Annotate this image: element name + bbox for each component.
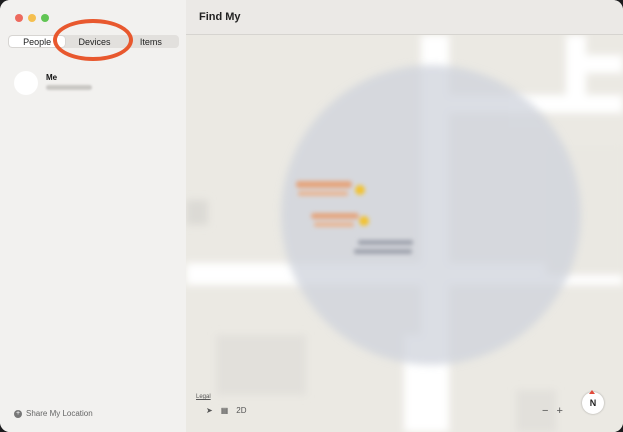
- window-title: Find My: [199, 11, 241, 23]
- title-bar: Find My: [186, 0, 623, 35]
- plus-circle-icon: +: [14, 409, 22, 418]
- view-mode-toggle[interactable]: 2D: [236, 406, 246, 415]
- list-item-me[interactable]: Me: [14, 71, 174, 95]
- map-icon[interactable]: ▦: [221, 406, 229, 415]
- compass-needle: [589, 390, 595, 394]
- me-location-redacted: [46, 85, 92, 90]
- location-arrow-icon[interactable]: ➤: [206, 406, 213, 415]
- map-view[interactable]: Legal ➤ ▦ 2D − + N: [186, 35, 623, 432]
- find-my-window: People Devices Items Me + Share My Locat…: [0, 0, 623, 432]
- me-name: Me: [46, 73, 58, 82]
- zoom-in-button[interactable]: +: [556, 405, 562, 417]
- zoom-out-button[interactable]: −: [542, 405, 548, 417]
- share-my-location-button[interactable]: + Share My Location: [14, 409, 93, 418]
- maximize-button[interactable]: [41, 14, 49, 22]
- annotation-circle: [53, 19, 133, 61]
- avatar: [14, 71, 38, 95]
- map-canvas: [186, 35, 623, 432]
- compass-label: N: [589, 398, 597, 408]
- share-my-location-label: Share My Location: [26, 409, 93, 418]
- map-controls: ➤ ▦ 2D: [206, 406, 247, 415]
- minimize-button[interactable]: [28, 14, 36, 22]
- sidebar: People Devices Items Me + Share My Locat…: [0, 0, 187, 432]
- close-button[interactable]: [15, 14, 23, 22]
- zoom-controls: − +: [542, 405, 563, 417]
- compass-icon[interactable]: N: [582, 390, 604, 414]
- legal-link[interactable]: Legal: [196, 394, 211, 400]
